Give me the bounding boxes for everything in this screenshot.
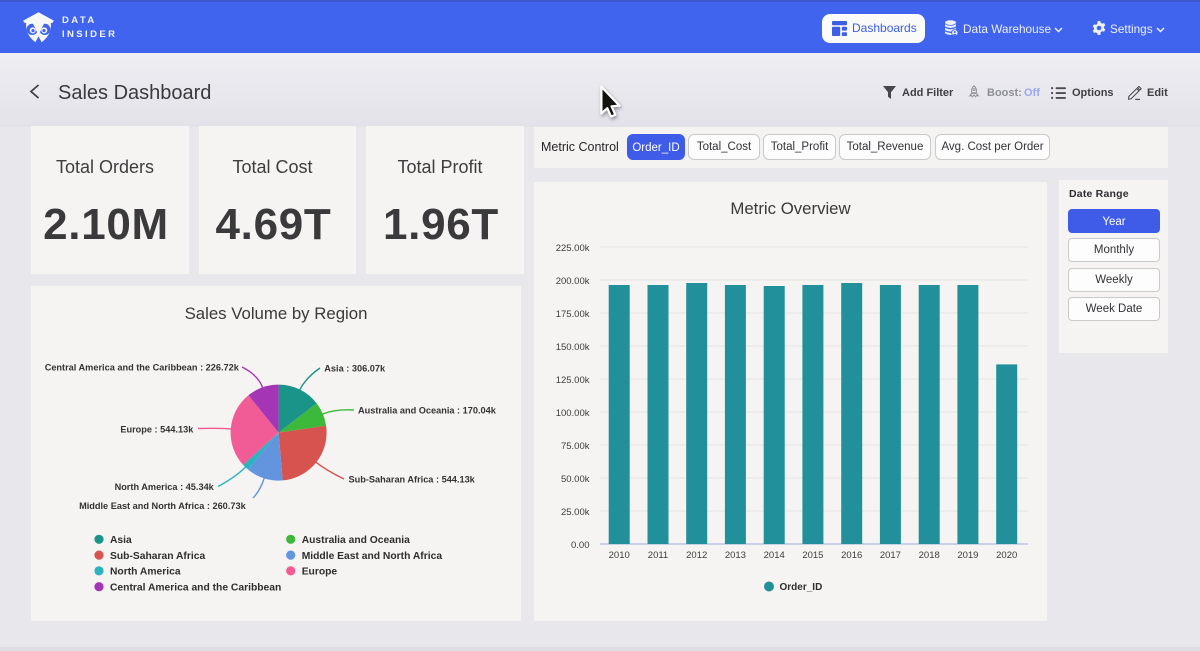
svg-text:2019: 2019 (957, 550, 978, 561)
svg-text:Australia and Oceania : 170.04: Australia and Oceania : 170.04k (358, 406, 497, 416)
svg-text:North America: North America (110, 567, 181, 578)
svg-text:2020: 2020 (996, 550, 1017, 561)
svg-text:2010: 2010 (609, 550, 630, 561)
svg-text:2016: 2016 (841, 550, 862, 561)
svg-text:75.00k: 75.00k (561, 441, 590, 452)
svg-text:Middle East and North Africa :: Middle East and North Africa : 260.73k (79, 501, 247, 511)
svg-text:Europe: Europe (302, 567, 338, 578)
svg-text:Sub-Saharan Africa: Sub-Saharan Africa (110, 551, 205, 562)
svg-text:Central America and the Caribb: Central America and the Caribbean (110, 582, 281, 593)
svg-text:0.00: 0.00 (571, 540, 590, 551)
svg-text:225.00k: 225.00k (556, 243, 590, 254)
svg-text:2015: 2015 (802, 550, 823, 561)
svg-text:Asia : 306.07k: Asia : 306.07k (324, 363, 386, 373)
svg-text:2011: 2011 (648, 550, 668, 561)
svg-text:2017: 2017 (880, 550, 901, 561)
svg-text:Order_ID: Order_ID (780, 582, 823, 593)
svg-text:2014: 2014 (764, 550, 785, 561)
svg-text:2018: 2018 (919, 550, 940, 561)
svg-text:200.00k: 200.00k (556, 276, 590, 287)
svg-text:Australia and Oceania: Australia and Oceania (302, 535, 410, 546)
svg-text:2013: 2013 (725, 550, 746, 561)
svg-text:150.00k: 150.00k (556, 342, 590, 353)
svg-text:Europe : 544.13k: Europe : 544.13k (120, 424, 194, 434)
svg-text:100.00k: 100.00k (556, 408, 590, 419)
svg-text:North America : 45.34k: North America : 45.34k (115, 482, 215, 492)
svg-text:Asia: Asia (110, 535, 132, 546)
svg-text:2012: 2012 (686, 550, 707, 561)
svg-text:Central America and the Caribb: Central America and the Caribbean : 226.… (45, 363, 240, 373)
svg-text:125.00k: 125.00k (556, 375, 590, 386)
svg-text:175.00k: 175.00k (556, 309, 590, 320)
svg-text:Sub-Saharan Africa : 544.13k: Sub-Saharan Africa : 544.13k (349, 475, 476, 485)
svg-text:25.00k: 25.00k (561, 507, 590, 518)
svg-text:Middle East and North Africa: Middle East and North Africa (302, 551, 443, 562)
svg-text:50.00k: 50.00k (561, 474, 590, 485)
